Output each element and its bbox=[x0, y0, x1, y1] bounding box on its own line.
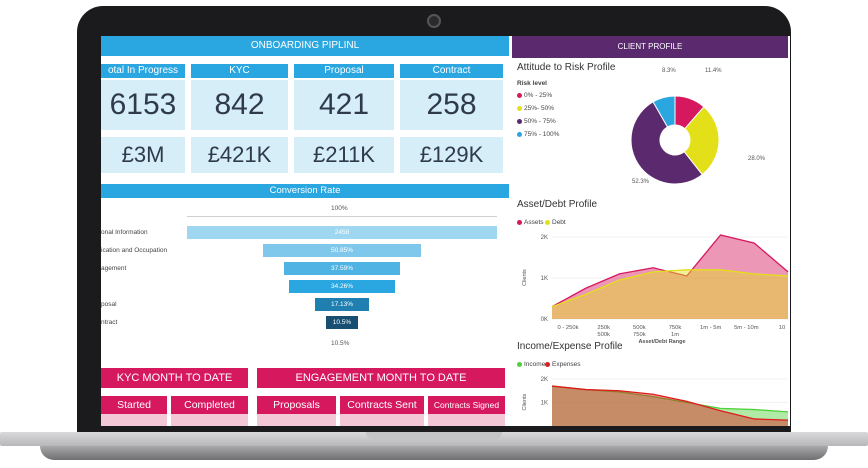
x-tick-label: 10 bbox=[779, 325, 785, 331]
income-title: Income/Expense Profile bbox=[517, 341, 623, 352]
client-profile-panel: CLIENT PROFILE Attitude to Risk Profile … bbox=[512, 36, 790, 426]
series-legend-item: Income bbox=[517, 361, 545, 368]
y-tick-label: 1K bbox=[541, 276, 548, 282]
card-amount-proposal: £211K bbox=[294, 137, 394, 173]
y-axis-label: Clients bbox=[522, 393, 528, 410]
onboarding-panel: ONBOARDING PIPLINL otal In Progress KYC … bbox=[101, 36, 509, 426]
area-chart-svg: 0K1K2KClients0 - 250k 250k500k500k750k750… bbox=[522, 234, 789, 345]
dashboard-screen: ONBOARDING PIPLINL otal In Progress KYC … bbox=[101, 36, 790, 426]
x-tick-label: 750k bbox=[669, 325, 682, 331]
x-axis-label: Asset/Debt Range bbox=[638, 339, 685, 345]
donut-slice-label: 8.3% bbox=[662, 68, 676, 74]
tab-contracts-signed[interactable]: Contracts Signed bbox=[428, 396, 505, 414]
series-legend-item: Debt bbox=[545, 219, 566, 226]
legend-dot-icon bbox=[545, 361, 550, 367]
series-legend-label: Income bbox=[524, 361, 546, 368]
funnel-bar: 37.59% bbox=[283, 262, 401, 275]
card-label-total: otal In Progress bbox=[101, 64, 185, 78]
card-label-kyc: KYC bbox=[191, 64, 288, 78]
legend-dot-icon bbox=[517, 219, 522, 225]
tab-contracts-sent[interactable]: Contracts Sent bbox=[340, 396, 424, 414]
series-area bbox=[552, 269, 788, 319]
funnel-category-label: onal Information bbox=[101, 229, 148, 236]
onboarding-title: ONBOARDING PIPLINL bbox=[101, 36, 509, 56]
donut-slice-label: 11.4% bbox=[705, 68, 722, 74]
risk-donut-svg: 11.4% 28.0% 52.3% 8.3% bbox=[630, 68, 766, 185]
funnel-bar: 2458 bbox=[187, 226, 497, 239]
client-profile-header: CLIENT PROFILE bbox=[512, 36, 788, 58]
card-label-contract: Contract bbox=[400, 64, 503, 78]
funnel-bottom-label: 10.5% bbox=[331, 340, 350, 347]
funnel-top-rule bbox=[187, 216, 497, 217]
tab-started-body bbox=[101, 414, 167, 426]
card-count-kyc: 842 bbox=[191, 80, 288, 130]
laptop-base bbox=[0, 432, 868, 462]
y-tick-label: 2K bbox=[541, 235, 548, 241]
y-tick-label: 0K bbox=[541, 317, 548, 323]
card-label-proposal: Proposal bbox=[294, 64, 394, 78]
asset-title: Asset/Debt Profile bbox=[517, 199, 598, 210]
x-tick-label: 0 - 250k bbox=[558, 325, 579, 331]
tab-proposals[interactable]: Proposals bbox=[257, 396, 336, 414]
conversion-title: Conversion Rate bbox=[101, 184, 509, 198]
tab-completed-body bbox=[171, 414, 248, 426]
funnel-category-label: ntract bbox=[101, 319, 118, 326]
card-amount-contract: £129K bbox=[400, 137, 503, 173]
series-legend-label: Debt bbox=[552, 219, 566, 226]
base-notch bbox=[366, 432, 502, 440]
x-tick-label: 1m bbox=[671, 332, 679, 338]
x-tick-label: 500k bbox=[597, 332, 610, 338]
y-tick-label: 2K bbox=[541, 377, 548, 383]
webcam-icon bbox=[427, 14, 441, 28]
x-tick-label: 1m - 5m bbox=[700, 325, 721, 331]
series-legend-label: Assets bbox=[524, 219, 544, 226]
legend-dot-icon bbox=[545, 219, 550, 225]
funnel-bar: 10.5% bbox=[325, 316, 359, 329]
x-tick-label: 5m - 10m bbox=[734, 325, 759, 331]
card-count-total: 6153 bbox=[101, 80, 185, 130]
tab-contracts-signed-body bbox=[428, 414, 505, 426]
x-tick-label: 250k bbox=[597, 325, 610, 331]
kyc-month-banner[interactable]: KYC MONTH TO DATE bbox=[101, 368, 248, 388]
tab-started[interactable]: Started bbox=[101, 396, 167, 414]
funnel-category-label: agement bbox=[101, 265, 127, 272]
donut-slice-label: 52.3% bbox=[632, 179, 650, 185]
y-axis-label: Clients bbox=[522, 269, 528, 286]
base-bottom bbox=[40, 446, 828, 460]
funnel-category-label: posal bbox=[101, 301, 117, 308]
area-chart-svg: 1K 2K Clients bbox=[522, 377, 789, 426]
card-count-contract: 258 bbox=[400, 80, 503, 130]
y-tick-label: 1K bbox=[541, 401, 548, 407]
card-amount-total: £3M bbox=[101, 137, 185, 173]
tab-contracts-sent-body bbox=[340, 414, 424, 426]
donut-slice-label: 28.0% bbox=[748, 156, 766, 162]
series-legend-item: Assets bbox=[517, 219, 544, 226]
tab-proposals-body bbox=[257, 414, 336, 426]
card-amount-kyc: £421K bbox=[191, 137, 288, 173]
x-tick-label: 750k bbox=[633, 332, 646, 338]
engagement-month-banner[interactable]: ENGAGEMENT MONTH TO DATE bbox=[257, 368, 505, 388]
funnel-bar: 50.85% bbox=[263, 244, 421, 257]
funnel-top-label: 100% bbox=[331, 205, 348, 212]
funnel-bar: 17.13% bbox=[315, 298, 369, 311]
funnel-bar: 34.26% bbox=[288, 280, 396, 293]
funnel-category-label: ication and Occupation bbox=[101, 247, 168, 254]
x-tick-label: 500k bbox=[633, 325, 646, 331]
series-legend-item: Expenses bbox=[545, 361, 581, 368]
series-area bbox=[552, 386, 788, 426]
card-count-proposal: 421 bbox=[294, 80, 394, 130]
series-legend-label: Expenses bbox=[552, 361, 581, 368]
legend-dot-icon bbox=[517, 361, 522, 367]
tab-completed[interactable]: Completed bbox=[171, 396, 248, 414]
